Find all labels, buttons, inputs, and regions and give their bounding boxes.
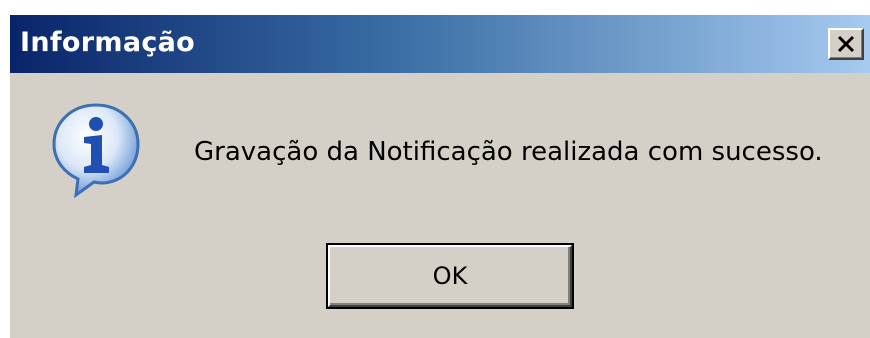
info-icon xyxy=(52,103,140,199)
close-icon xyxy=(837,35,855,53)
close-button[interactable] xyxy=(828,28,864,60)
window-title: Informação xyxy=(20,27,196,58)
message-dialog: Informação Gravação da Notificação reali… xyxy=(8,13,870,338)
ok-button-label: OK xyxy=(432,262,468,290)
title-bar[interactable]: Informação xyxy=(10,15,870,73)
dialog-message: Gravação da Notificação realizada com su… xyxy=(194,137,823,167)
ok-button[interactable]: OK xyxy=(326,243,574,309)
